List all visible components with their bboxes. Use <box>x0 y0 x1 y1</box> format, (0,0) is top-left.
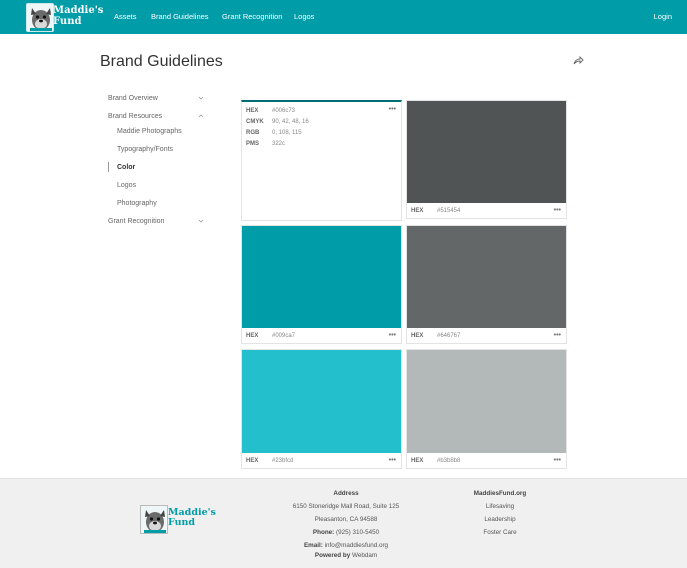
hex-value: #b3b8b8 <box>437 458 461 464</box>
detail-value: #006c73 <box>272 108 296 114</box>
footer-logo[interactable]: Maddie's Fund <box>140 505 216 534</box>
sidebar-item-typography-fonts[interactable]: Typography/Fonts <box>117 146 173 153</box>
more-options-button[interactable]: ••• <box>554 332 561 339</box>
detail-value: 90, 42, 48, 16 <box>272 119 309 125</box>
color-swatch-card[interactable]: HEX #515454 ••• <box>406 100 567 219</box>
hex-label: HEX <box>411 208 424 214</box>
footer-phone: Phone: (925) 310-5450 <box>313 529 379 536</box>
color-swatch <box>407 226 566 328</box>
email-label: Email: <box>303 542 323 549</box>
top-nav-bar: Maddie's Fund Assets Brand Guidelines Gr… <box>0 0 687 34</box>
nav-assets[interactable]: Assets <box>114 12 137 21</box>
sidebar-item-brand-overview[interactable]: Brand Overview <box>108 95 158 102</box>
chevron-down-icon[interactable] <box>198 95 204 101</box>
color-swatch <box>242 226 401 328</box>
hex-value: #646767 <box>437 333 461 339</box>
sidebar-item-maddie-photographs[interactable]: Maddie Photographs <box>117 128 182 135</box>
login-link[interactable]: Login <box>654 12 672 21</box>
detail-key: HEX <box>246 108 259 114</box>
color-swatch-card[interactable]: HEX #23bfcd ••• <box>241 349 402 469</box>
active-indicator <box>108 162 109 172</box>
sidebar-item-photography[interactable]: Photography <box>117 200 157 207</box>
color-swatch <box>242 350 401 453</box>
hex-value: #009ca7 <box>272 333 296 339</box>
more-options-button[interactable]: ••• <box>389 332 396 339</box>
phone-value[interactable]: (925) 310-5450 <box>336 529 379 536</box>
footer-address-line1: 6150 Stoneridge Mall Road, Suite 125 <box>292 503 400 510</box>
hex-value: #23bfcd <box>272 458 294 464</box>
hex-label: HEX <box>411 333 424 339</box>
footer-site-heading: MaddiesFund.org <box>473 490 527 497</box>
sidebar-item-logos[interactable]: Logos <box>117 182 136 189</box>
more-options-button[interactable]: ••• <box>554 207 561 214</box>
footer-powered-by: Powered by Webdam <box>315 552 377 559</box>
powered-label: Powered by <box>314 552 351 559</box>
detail-value: 322c <box>272 141 286 147</box>
logo-text-line1: Maddie's <box>53 5 104 16</box>
webdam-link[interactable]: Webdam <box>352 552 377 559</box>
nav-brand-guidelines[interactable]: Brand Guidelines <box>151 12 209 21</box>
page-title: Brand Guidelines <box>100 53 223 70</box>
footer-address-heading: Address <box>333 490 359 497</box>
footer-address-line2: Pleasanton, CA 94588 <box>314 516 378 523</box>
dog-logo-icon <box>26 3 54 32</box>
share-icon[interactable] <box>572 55 584 67</box>
footer-email: Email: info@maddiesfund.org <box>304 542 388 549</box>
more-options-button[interactable]: ••• <box>554 457 561 464</box>
color-swatch-card[interactable]: HEX #646767 ••• <box>406 225 567 344</box>
footer-link-leadership[interactable]: Leadership <box>484 516 515 523</box>
detail-value: 0, 108, 115 <box>272 130 302 136</box>
sidebar-item-brand-resources[interactable]: Brand Resources <box>108 113 162 120</box>
hex-label: HEX <box>411 458 424 464</box>
color-swatch <box>407 350 566 453</box>
footer-link-lifesaving[interactable]: Lifesaving <box>486 503 514 510</box>
maddies-fund-logo[interactable]: Maddie's Fund <box>26 3 103 32</box>
hex-label: HEX <box>246 333 259 339</box>
color-swatch-card[interactable]: HEX #b3b8b8 ••• <box>406 349 567 469</box>
detail-key: RGB <box>246 130 260 136</box>
chevron-up-icon[interactable] <box>198 113 204 119</box>
logo-wordmark: Maddie's Fund <box>53 5 103 27</box>
dog-logo-icon <box>140 505 168 534</box>
more-options-button[interactable]: ••• <box>389 457 396 464</box>
detail-key: CMYK <box>246 119 264 125</box>
footer-link-foster-care[interactable]: Foster Care <box>483 529 516 536</box>
email-link[interactable]: info@maddiesfund.org <box>325 542 388 549</box>
detail-key: PMS <box>246 141 260 147</box>
nav-logos[interactable]: Logos <box>294 12 314 21</box>
phone-label: Phone: <box>312 529 335 536</box>
sidebar-item-grant-recognition[interactable]: Grant Recognition <box>108 218 164 225</box>
logo-text-line2: Fund <box>53 16 82 27</box>
color-detail-card[interactable]: HEX #006c73 CMYK 90, 42, 48, 16 RGB 0, 1… <box>241 100 402 221</box>
nav-grant-recognition[interactable]: Grant Recognition <box>222 12 282 21</box>
color-swatch <box>407 101 566 203</box>
chevron-down-icon[interactable] <box>198 218 204 224</box>
logo-text-line2: Fund <box>168 517 196 528</box>
hex-value: #515454 <box>437 208 461 214</box>
footer-logo-wordmark: Maddie's Fund <box>168 508 216 528</box>
more-options-button[interactable]: ••• <box>389 106 396 113</box>
sidebar-item-color[interactable]: Color <box>117 164 135 171</box>
color-swatch-card[interactable]: HEX #009ca7 ••• <box>241 225 402 344</box>
hex-label: HEX <box>246 458 259 464</box>
